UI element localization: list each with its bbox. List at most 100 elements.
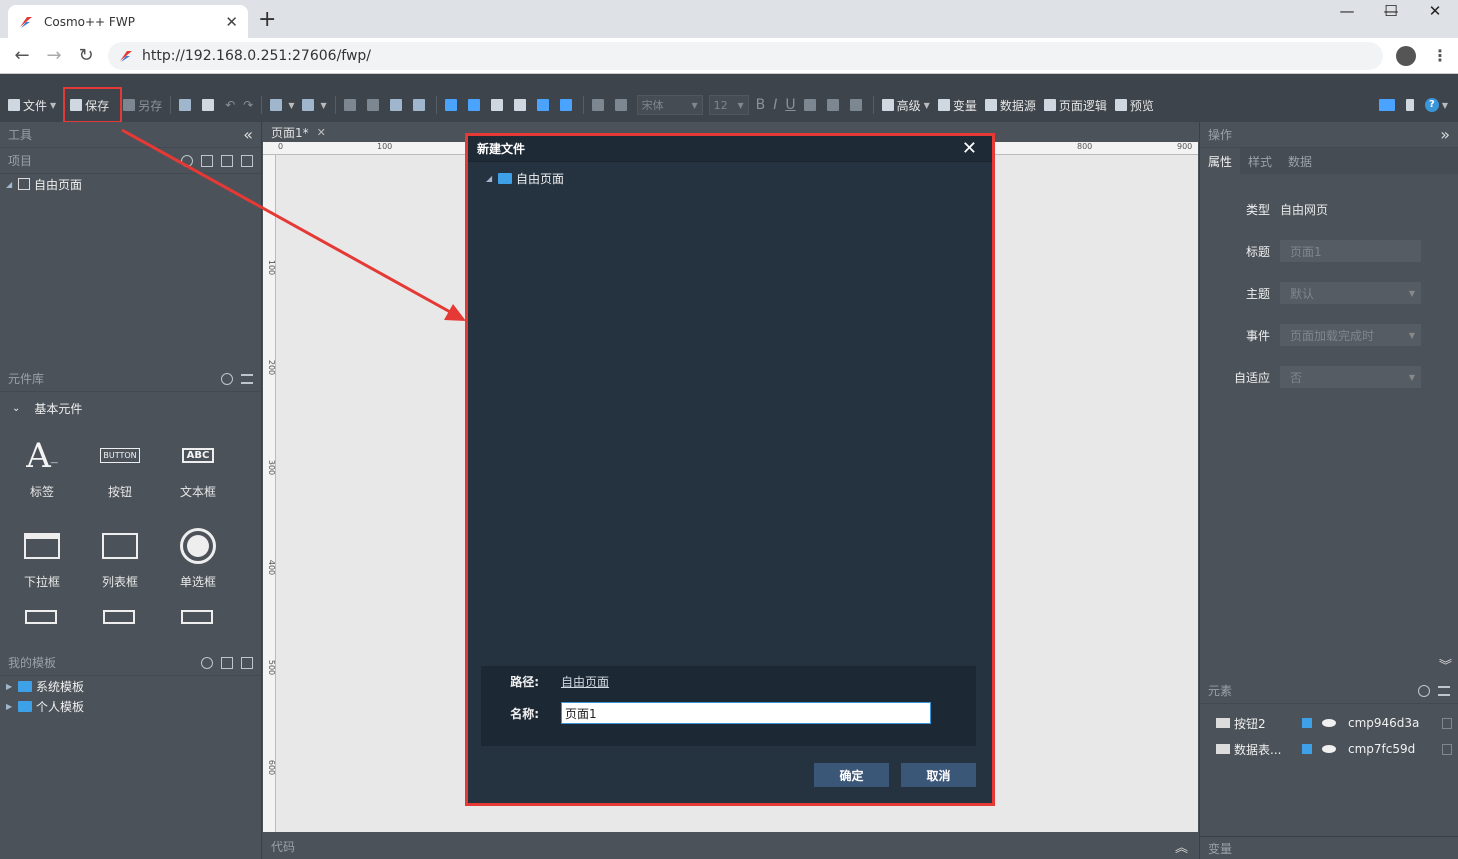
variables-button[interactable]: 变量 [934,93,981,117]
align-left-icon[interactable] [800,93,823,117]
library-search-icon[interactable] [221,372,233,385]
italic-button[interactable]: I [769,93,781,117]
component-radio[interactable]: 单选框 [159,514,237,604]
help-button[interactable]: ? ▼ [1421,93,1452,117]
tab-style[interactable]: 样式 [1240,148,1280,174]
back-arrow-icon[interactable]: ← [10,44,34,68]
backward-icon[interactable] [409,93,432,117]
advanced-menu-button[interactable]: 高级 ▼ [878,93,934,117]
template-folder-icon[interactable] [241,656,253,669]
redo-icon[interactable]: ↷ [239,93,257,117]
align-icon[interactable]: ▼ [266,93,298,117]
variables-panel-header[interactable]: 变量 [1200,836,1458,859]
page-logic-button[interactable]: 页面逻辑 [1040,93,1111,117]
lock-icon[interactable] [1302,744,1312,754]
close-window-button[interactable]: ✕ [1412,0,1458,28]
eye-icon[interactable] [1322,745,1336,753]
component-dropdown[interactable]: 下拉框 [3,514,81,604]
collapse-right-icon[interactable]: » [1440,125,1450,144]
unlock-icon[interactable] [464,93,487,117]
reload-icon[interactable]: ↻ [74,44,98,68]
distribute-icon[interactable]: ▼ [298,93,330,117]
template-system[interactable]: ▶ 系统模板 [0,676,261,696]
adaptive-select[interactable]: 否 ▼ [1280,366,1421,388]
save-as-button[interactable]: 另存 [119,93,166,117]
code-panel-bar[interactable]: 代码 ︽ [263,834,1198,859]
lock-icon[interactable] [441,93,464,117]
path-link[interactable]: 自由页面 [561,673,609,690]
tab-close-icon[interactable]: ✕ [225,13,238,31]
doc-close-icon[interactable]: ✕ [317,126,326,139]
bring-front-icon[interactable] [340,93,363,117]
underline-button[interactable]: U [781,93,799,117]
dialog-close-icon[interactable]: ✕ [962,138,977,159]
trash-icon[interactable] [1442,717,1452,729]
trash-icon[interactable] [1442,743,1452,755]
element-row[interactable]: 按钮2 cmp946d3a [1200,710,1458,736]
tab-properties[interactable]: 属性 [1200,148,1241,174]
search-icon[interactable] [181,154,193,167]
import-icon[interactable] [241,154,253,167]
save-button[interactable]: 保存 [66,93,113,117]
forward-arrow-icon[interactable]: → [42,44,66,68]
file-menu-button[interactable]: 文件 ▼ [4,93,60,117]
new-file-icon[interactable] [201,154,213,167]
ok-button[interactable]: 确定 [814,763,889,787]
expand-icon[interactable]: ◢ [486,174,494,183]
fill-color-icon[interactable] [588,93,611,117]
title-input[interactable]: 页面1 [1280,240,1421,262]
element-row[interactable]: 数据表... cmp7fc59d [1200,736,1458,762]
expand-icon[interactable]: ◢ [6,180,14,189]
component-button[interactable]: BUTTON 按钮 [81,424,159,514]
expand-up-icon[interactable]: ︽ [1175,837,1188,856]
font-family-select[interactable]: 宋体 ▼ [636,95,703,115]
theme-select[interactable]: 默认 ▼ [1280,282,1421,304]
desktop-view-icon[interactable] [1375,93,1402,117]
preview-button[interactable]: 预览 [1111,93,1158,117]
bold-button[interactable]: B [752,93,770,117]
browser-menu-icon[interactable]: ⋮ [1432,46,1448,65]
ungroup-icon[interactable] [510,93,533,117]
send-back-icon[interactable] [363,93,386,117]
component-textbox[interactable]: ABC 文本框 [159,424,237,514]
maximize-button[interactable]: ☐ [1368,0,1414,28]
mobile-view-icon[interactable] [1402,93,1421,117]
line-color-icon[interactable] [611,93,634,117]
element-search-icon[interactable] [1418,684,1430,697]
font-size-select[interactable]: 12 ▼ [708,95,749,115]
dialog-tree-root[interactable]: ◢ 自由页面 [468,162,992,187]
copy-icon[interactable] [175,93,198,117]
template-search-icon[interactable] [201,656,213,669]
component-label[interactable]: A _ 标签 [3,424,81,514]
lock-icon[interactable] [1302,718,1312,728]
minimize-window-button[interactable]: — [1324,0,1370,28]
undo-icon[interactable]: ↶ [221,93,239,117]
url-field[interactable]: http://192.168.0.251:27606/fwp/ [108,42,1383,70]
forward-icon[interactable] [386,93,409,117]
account-icon[interactable] [1396,46,1416,66]
collapse-left-icon[interactable]: « [243,125,253,144]
tab-data[interactable]: 数据 [1280,148,1320,174]
library-menu-icon[interactable] [241,373,253,384]
tab-page1[interactable]: 页面1* ✕ [263,122,335,142]
library-category[interactable]: ⌄ 基本元件 [0,392,261,424]
new-tab-button[interactable]: + [258,8,276,32]
align-center-icon[interactable] [823,93,846,117]
template-new-icon[interactable] [221,656,233,669]
project-tree-root[interactable]: ◢ 自由页面 [0,174,261,194]
paste-icon[interactable] [198,93,221,117]
name-input[interactable] [561,702,931,724]
connector-icon[interactable] [556,93,579,117]
collapse-down-icon[interactable]: ︾ [1200,650,1458,678]
cancel-button[interactable]: 取消 [901,763,976,787]
event-select[interactable]: 页面加载完成时 ▼ [1280,324,1421,346]
group-icon[interactable] [487,93,510,117]
eye-icon[interactable] [1322,719,1336,727]
datasource-button[interactable]: 数据源 [981,93,1040,117]
component-listbox[interactable]: 列表框 [81,514,159,604]
browser-tab[interactable]: Cosmo++ FWP ✕ [8,5,248,38]
align-right-icon[interactable] [846,93,869,117]
pointer-icon[interactable] [533,93,556,117]
new-folder-icon[interactable] [221,154,233,167]
template-personal[interactable]: ▶ 个人模板 [0,696,261,716]
